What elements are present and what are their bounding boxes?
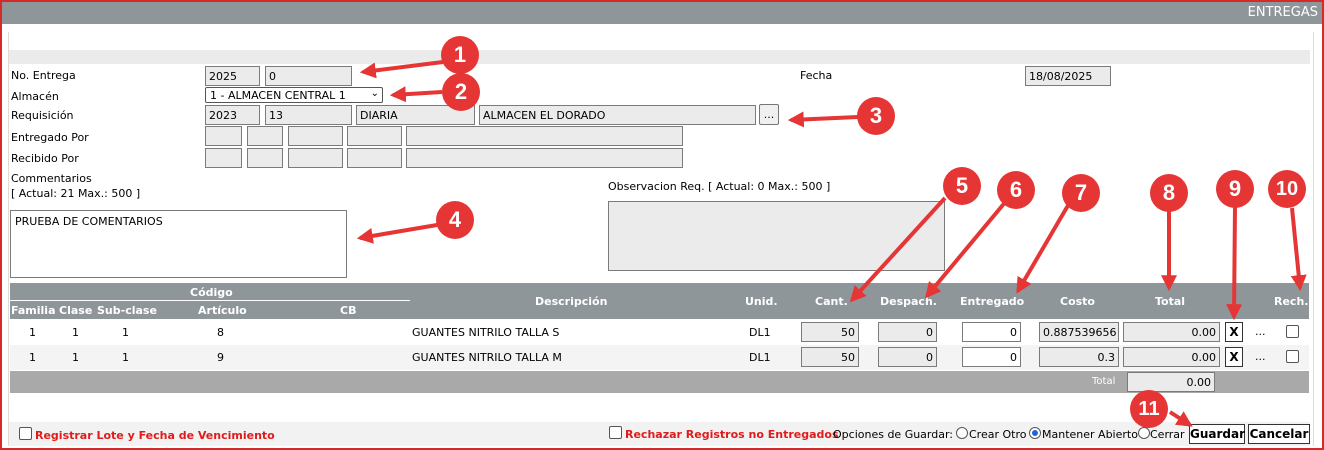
arrow-4 — [356, 223, 438, 244]
arrow-6 — [924, 198, 1009, 299]
annotation-badge-11: 11 — [1130, 390, 1168, 428]
annotation-badge-1: 1 — [441, 36, 479, 74]
arrow-10 — [1290, 207, 1307, 292]
arrow-1 — [359, 60, 444, 79]
annotation-badge-10: 10 — [1268, 170, 1306, 208]
annotation-badge-3: 3 — [857, 97, 895, 135]
arrow-9 — [1226, 205, 1243, 321]
annotation-badge-6: 6 — [997, 171, 1035, 209]
annotation-badge-7: 7 — [1062, 174, 1100, 212]
arrow-2 — [389, 86, 443, 103]
annotation-badge-9: 9 — [1216, 170, 1254, 208]
annotation-badge-5: 5 — [943, 167, 981, 205]
arrow-7 — [1016, 200, 1072, 294]
arrow-11 — [1168, 410, 1193, 427]
annotation-badge-2: 2 — [442, 73, 480, 111]
arrow-5 — [849, 196, 947, 303]
annotation-badge-4: 4 — [436, 201, 474, 239]
arrow-3 — [787, 111, 859, 128]
annotation-badge-8: 8 — [1150, 174, 1188, 212]
annotation-arrows — [356, 60, 1307, 427]
